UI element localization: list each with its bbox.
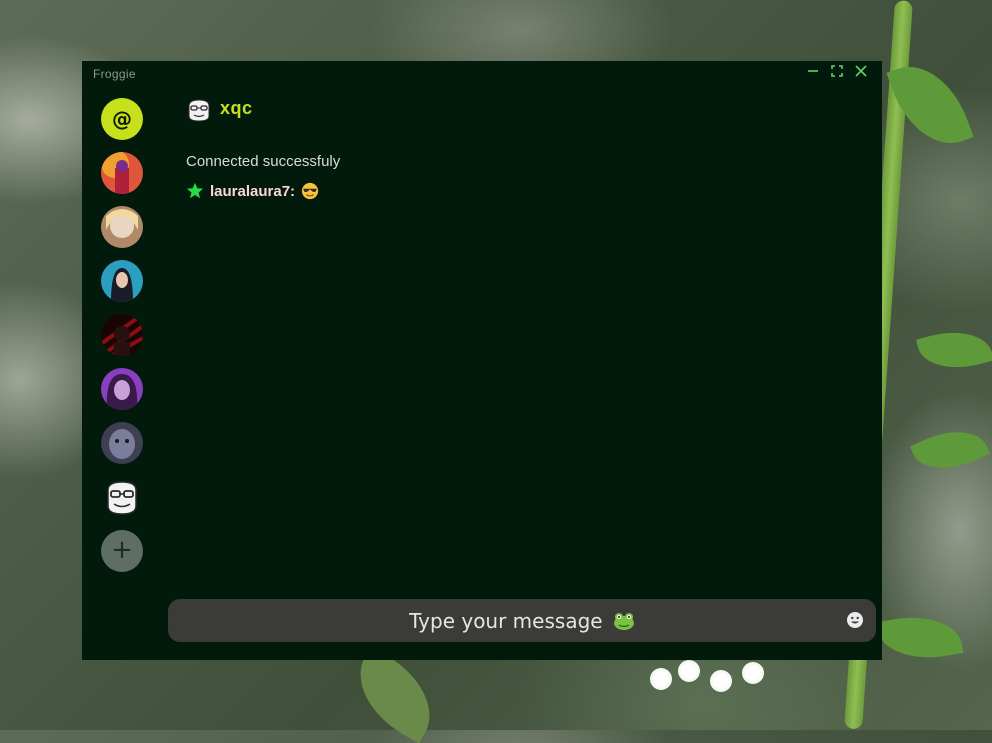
background-leaf: [916, 321, 992, 379]
maximize-icon[interactable]: [828, 64, 846, 82]
channel-avatar-6[interactable]: [101, 422, 143, 464]
add-channel-button[interactable]: +: [101, 530, 143, 572]
sunglasses-emoji-icon: [301, 182, 319, 200]
at-icon: @: [112, 107, 132, 131]
chat-message: lauralaura7:: [186, 180, 866, 202]
smiley-icon[interactable]: [846, 611, 864, 629]
channel-avatar-1-image: [101, 152, 143, 194]
message-input[interactable]: Type your message: [168, 599, 876, 642]
channel-name: xqc: [220, 98, 253, 118]
close-icon[interactable]: [852, 64, 870, 82]
frog-icon: [613, 613, 634, 630]
minimize-icon[interactable]: [804, 64, 822, 82]
channel-avatar-5-image: [101, 368, 143, 410]
channel-avatar-5[interactable]: [101, 368, 143, 410]
app-window: Froggie @ + xqc Connected successfuly la…: [82, 61, 882, 660]
channel-sidebar: @ +: [82, 85, 162, 660]
background-leaf: [341, 646, 449, 743]
channel-avatar-xqc[interactable]: [101, 476, 143, 518]
channel-avatar-2[interactable]: [101, 206, 143, 248]
message-placeholder-text: Type your message: [409, 609, 603, 633]
channel-avatar-4-image: [101, 314, 143, 356]
background-flowers: [650, 660, 770, 700]
star-badge-icon: [186, 182, 204, 199]
channel-avatar-1[interactable]: [101, 152, 143, 194]
system-message: Connected successfuly: [186, 153, 341, 170]
channel-avatar-6-image: [101, 422, 143, 464]
title-bar[interactable]: Froggie: [82, 61, 882, 85]
chat-username[interactable]: lauralaura7:: [210, 183, 295, 200]
chat-main: xqc Connected successfuly lauralaura7: T…: [162, 85, 882, 660]
app-title: Froggie: [93, 67, 136, 81]
background-leaf: [876, 608, 964, 667]
background-leaf: [909, 417, 991, 483]
message-input-placeholder: Type your message: [168, 609, 876, 633]
gorilla-icon: [188, 99, 210, 122]
message-list: Connected successfuly lauralaura7:: [186, 153, 866, 202]
channel-avatar-3[interactable]: [101, 260, 143, 302]
channel-avatar-2-image: [101, 206, 143, 248]
plus-icon: +: [111, 535, 133, 565]
channel-avatar-4[interactable]: [101, 314, 143, 356]
gorilla-icon: [101, 476, 143, 518]
channel-avatar-3-image: [101, 260, 143, 302]
mentions-button[interactable]: @: [101, 98, 143, 140]
